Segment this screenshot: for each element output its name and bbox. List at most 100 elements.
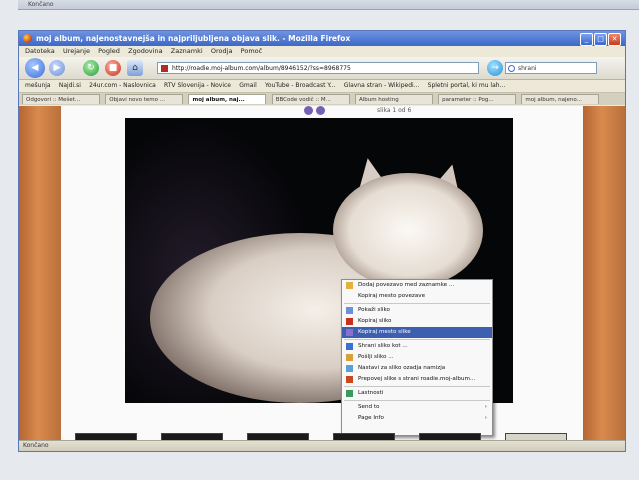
status-text: Končano [23,442,49,449]
bookmarks-toolbar: mešunja Najdi.si 24ur.com - Naslovnica R… [19,80,625,93]
close-button[interactable]: ✕ [608,33,621,46]
address-text: http://roadie.moj-album.com/album/894615… [172,65,351,72]
block-icon [346,376,353,383]
copy-icon [346,318,353,325]
menu-file[interactable]: Datoteka [25,46,55,56]
menu-history[interactable]: Zgodovina [128,46,162,56]
left-side-panel [19,106,61,440]
go-button[interactable]: → [487,60,503,76]
thumbnail[interactable] [247,433,309,440]
bookmark-item[interactable]: YouTube - Broadcast Y... [265,80,336,92]
tab[interactable]: Album hosting [354,94,433,104]
context-menu-separator [344,339,490,340]
tab[interactable]: moj album, najeno... [521,94,600,104]
stop-button[interactable]: ■ [105,60,121,76]
tab[interactable]: BBCode vodič :: M... [271,94,350,104]
reload-button[interactable]: ↻ [83,60,99,76]
menu-edit[interactable]: Urejanje [63,46,90,56]
context-menu-item[interactable]: Dodaj povezavo med zaznamke ... [342,280,492,291]
bookmark-item[interactable]: 24ur.com - Naslovnica [89,80,156,92]
bookmark-item[interactable]: Glavna stran - Wikipedi... [344,80,420,92]
context-menu-item-label: Kopiraj sliko [358,318,392,324]
menubar: Datoteka Urejanje Pogled Zgodovina Zazna… [19,46,625,56]
context-menu-separator [344,386,490,387]
navigation-toolbar: ◀ ▶ ↻ ■ ⌂ http://roadie.moj-album.com/al… [19,57,625,80]
next-photo-button[interactable] [316,106,325,115]
mail-icon [346,354,353,361]
menu-bookmarks[interactable]: Zaznamki [171,46,203,56]
tab[interactable]: Objavi novo temo ... [105,94,184,104]
tab[interactable]: Odgovori :: Mešet... [22,94,100,104]
context-menu-item-label: Kopiraj mesto povezave [358,293,426,299]
context-menu-item[interactable]: Shrani sliko kot ... [342,341,492,352]
context-menu-item[interactable]: Prepovej slike s strani roadie.moj-album… [342,374,492,385]
home-button[interactable]: ⌂ [127,60,143,76]
context-menu-item-label: Pokaži sliko [358,307,390,313]
firefox-icon [23,34,32,43]
thumbnail[interactable] [419,433,481,440]
previous-status-text: Končano [28,1,54,8]
context-menu-item[interactable]: Send to › [342,402,492,413]
maximize-button[interactable]: □ [594,33,607,46]
context-menu-item-label: Page Info [358,415,384,421]
context-menu-item[interactable]: Lastnosti [342,388,492,399]
page-content: slika 1 od 6 Dodaj povezavo med zaznamke… [19,106,625,440]
context-menu-item[interactable]: Pokaži sliko [342,305,492,316]
info-icon [346,390,353,397]
thumbnail[interactable] [505,433,567,440]
titlebar: moj album, najenostavnejša in najpriljub… [19,31,625,46]
address-bar[interactable]: http://roadie.moj-album.com/album/894615… [157,62,479,74]
previous-window-statusbar: Končano [18,0,639,10]
picture-icon [346,307,353,314]
search-engine-icon [508,65,515,72]
context-menu-item-label: Lastnosti [358,390,384,396]
menu-view[interactable]: Pogled [98,46,120,56]
context-menu-separator [344,400,490,401]
minimize-button[interactable]: _ [580,33,593,46]
context-menu-item[interactable]: Page Info › [342,413,492,424]
tab-active[interactable]: moj album, naj... [188,94,267,104]
context-menu-item[interactable]: Kopiraj mesto povezave [342,291,492,302]
context-menu-item[interactable]: Pošlji sliko ... [342,352,492,363]
context-menu: Dodaj povezavo med zaznamke ... Kopiraj m… [341,279,493,436]
firefox-window: moj album, najenostavnejša in najpriljub… [18,30,626,452]
window-title: moj album, najenostavnejša in najpriljub… [36,34,351,43]
thumbnail[interactable] [75,433,137,440]
bookmark-item[interactable]: Spletni portal, ki mu lah... [428,80,506,92]
context-menu-item[interactable]: Nastavi za sliko ozadja namizja [342,363,492,374]
previous-photo-button[interactable] [304,106,313,115]
context-menu-separator [344,303,490,304]
submenu-arrow-icon: › [484,404,487,410]
menu-tools[interactable]: Orodja [211,46,233,56]
tab[interactable]: parameter :: Pog... [438,94,517,104]
search-input[interactable]: shrani [505,62,597,74]
desktop-icon [346,365,353,372]
context-menu-item-label: Send to [358,404,380,410]
menu-help[interactable]: Pomoč [241,46,263,56]
bookmark-icon [346,282,353,289]
context-menu-item-label: Pošlji sliko ... [358,354,394,360]
tab-strip: Odgovori :: Mešet... Objavi novo temo ..… [19,93,625,105]
kitten-head [333,173,483,288]
thumbnail[interactable] [333,433,395,440]
photo-pager [304,106,328,116]
bookmark-item[interactable]: mešunja [25,80,51,92]
context-menu-item-label: Shrani sliko kot ... [358,343,408,349]
context-menu-item-label: Dodaj povezavo med zaznamke ... [358,282,455,288]
bookmark-item[interactable]: RTV Slovenija - Novice [164,80,231,92]
save-icon [346,343,353,350]
context-menu-item[interactable]: Kopiraj sliko [342,316,492,327]
context-menu-item[interactable]: Kopiraj mesto slike [342,327,492,338]
bookmark-item[interactable]: Najdi.si [59,80,81,92]
context-menu-item-label: Kopiraj mesto slike [358,329,411,335]
thumbnail[interactable] [161,433,223,440]
context-menu-item-label: Nastavi za sliko ozadja namizja [358,365,446,371]
photo-counter: slika 1 od 6 [377,107,412,114]
context-menu-item-label: Prepovej slike s strani roadie.moj-album… [358,376,476,382]
forward-button[interactable]: ▶ [49,60,65,76]
back-button[interactable]: ◀ [25,58,45,78]
right-side-panel [583,106,625,440]
statusbar: Končano [19,440,625,451]
link-icon [346,329,353,336]
bookmark-item[interactable]: Gmail [239,80,257,92]
